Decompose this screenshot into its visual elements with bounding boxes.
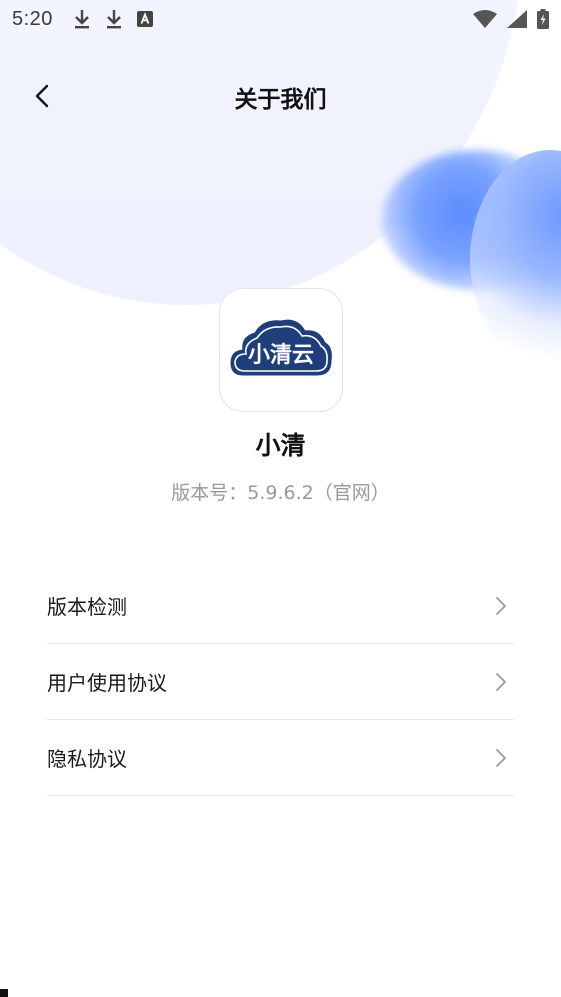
app-notification-icon [136, 11, 153, 27]
download-icon [106, 10, 121, 29]
menu-item-label: 隐私协议 [47, 747, 127, 771]
menu-item-user-agreement[interactable]: 用户使用协议 [47, 644, 514, 720]
about-us-screen: 5:20 关于我们 小清云 小清 版本号：5.9.6.2（官网） 版本检测 用户… [0, 0, 561, 997]
app-logo-text: 小清云 [248, 342, 314, 368]
app-logo-cloud: 小清云 [230, 319, 332, 376]
battery-charging-icon [537, 9, 549, 29]
download-icon [74, 10, 89, 29]
menu-item-privacy-agreement[interactable]: 隐私协议 [47, 720, 514, 796]
menu-item-label: 版本检测 [47, 595, 127, 619]
status-bar: 5:20 [0, 0, 561, 38]
signal-icon [507, 10, 527, 28]
page-title: 关于我们 [234, 87, 327, 113]
chevron-right-icon [496, 597, 506, 615]
settings-menu: 版本检测 用户使用协议 隐私协议 [47, 568, 514, 796]
status-time: 5:20 [12, 7, 53, 30]
system-icons [473, 9, 549, 29]
menu-item-version-check[interactable]: 版本检测 [47, 568, 514, 644]
app-logo: 小清云 [219, 288, 343, 412]
chevron-right-icon [496, 749, 506, 767]
wifi-icon [473, 10, 497, 28]
screen-corner [0, 989, 8, 997]
app-name: 小清 [255, 431, 306, 460]
chevron-right-icon [496, 673, 506, 691]
header: 关于我们 [0, 66, 561, 126]
notification-icons [73, 9, 153, 29]
menu-item-label: 用户使用协议 [47, 671, 167, 695]
app-version: 版本号：5.9.6.2（官网） [171, 482, 390, 504]
